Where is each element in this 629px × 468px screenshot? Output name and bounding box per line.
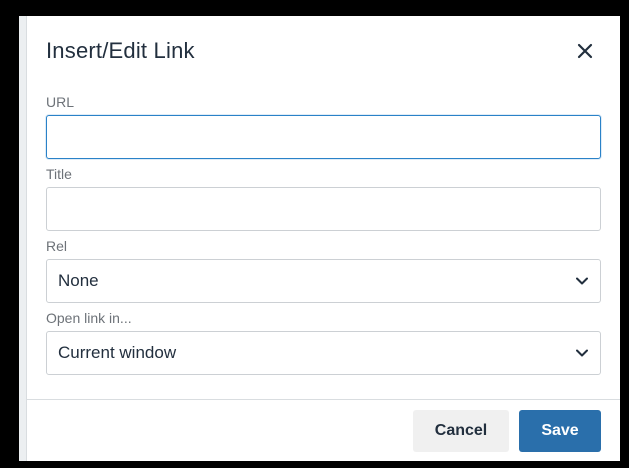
rel-select[interactable]: None	[46, 259, 601, 303]
close-icon	[577, 43, 593, 59]
chevron-down-icon	[576, 277, 588, 285]
dialog-title: Insert/Edit Link	[46, 38, 195, 63]
url-label: URL	[46, 94, 75, 110]
title-label: Title	[46, 166, 72, 182]
dialog-header: Insert/Edit Link	[26, 16, 620, 88]
save-button[interactable]: Save	[519, 410, 601, 452]
rel-selected-value: None	[58, 271, 99, 290]
open-link-in-field-group: Open link in... Current window	[46, 310, 601, 375]
dialog-footer: Cancel Save	[26, 399, 620, 461]
insert-edit-link-dialog: Insert/Edit Link URL Title Rel None Open…	[19, 16, 620, 461]
title-field-group: Title	[46, 166, 601, 231]
open-link-in-label: Open link in...	[46, 310, 132, 326]
open-link-in-selected-value: Current window	[58, 343, 177, 362]
open-link-in-select[interactable]: Current window	[46, 331, 601, 375]
close-button[interactable]	[570, 36, 600, 66]
title-input[interactable]	[46, 187, 601, 231]
cancel-button[interactable]: Cancel	[413, 410, 509, 452]
screenshot-frame: Insert/Edit Link URL Title Rel None Open…	[0, 0, 629, 468]
chevron-down-icon	[576, 349, 588, 357]
rel-label: Rel	[46, 238, 68, 254]
rel-field-group: Rel None	[46, 238, 601, 303]
url-field-group: URL	[46, 94, 601, 159]
url-input[interactable]	[46, 115, 601, 159]
